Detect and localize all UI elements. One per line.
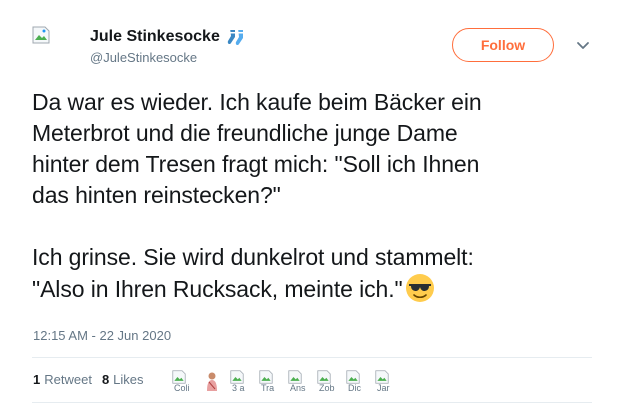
tweet-line: das hinten reinstecken?" [32, 182, 281, 208]
broken-image-icon [317, 370, 331, 384]
author-handle[interactable]: @JuleStinkesocke [90, 50, 248, 65]
divider [32, 402, 592, 403]
broken-image-icon [375, 370, 389, 384]
avatar[interactable] [32, 26, 82, 76]
liker-avatar[interactable]: Tra [259, 370, 281, 392]
socks-icon [227, 28, 243, 46]
liker-avatar[interactable]: Dic [346, 370, 368, 392]
retweet-stat[interactable]: 1 Retweet [33, 372, 92, 387]
broken-image-icon [32, 26, 50, 44]
like-count: 8 [101, 372, 110, 387]
tweet-line: Ich grinse. Sie wird dunkelrot und stamm… [32, 244, 474, 270]
person-photo-icon [201, 370, 223, 392]
retweet-count: 1 [33, 372, 41, 387]
liker-caption: Tra [261, 383, 275, 392]
liker-avatar[interactable]: Coli [172, 370, 194, 392]
sunglasses-face-icon [405, 274, 434, 302]
liker-avatar[interactable]: Ans [288, 370, 310, 392]
liker-avatar[interactable] [201, 370, 223, 392]
broken-image-icon [230, 370, 244, 384]
tweet-line: hinter dem Tresen fragt mich: "Soll ich … [32, 151, 480, 177]
retweet-label: Retweet [44, 372, 92, 387]
liker-avatar[interactable]: Jar [375, 370, 397, 392]
liker-caption: Jar [377, 383, 390, 392]
tweet-line: "Also in Ihren Rucksack, meinte ich." [32, 276, 403, 302]
broken-image-icon [288, 370, 302, 384]
follow-button[interactable]: Follow [452, 28, 554, 62]
chevron-down-icon[interactable] [576, 40, 590, 50]
liker-caption: Ans [290, 383, 306, 392]
tweet-line: Da war es wieder. Ich kaufe beim Bäcker … [32, 89, 482, 115]
liker-avatar[interactable]: Zob [317, 370, 339, 392]
tweet-timestamp[interactable]: 12:15 AM - 22 Jun 2020 [33, 328, 171, 343]
liker-caption: Zob [319, 383, 335, 392]
like-stat[interactable]: 8 Likes [102, 372, 144, 387]
like-label: Likes [113, 372, 144, 387]
divider [32, 357, 592, 358]
liker-caption: Coli [174, 383, 190, 392]
broken-image-icon [172, 370, 186, 384]
broken-image-icon [346, 370, 360, 384]
liker-caption: Dic [348, 383, 361, 392]
liker-avatar[interactable]: 3 a [230, 370, 252, 392]
broken-image-icon [259, 370, 273, 384]
tweet-line: Meterbrot und die freundliche junge Dame [32, 120, 458, 146]
liker-caption: 3 a [232, 383, 245, 392]
author-block[interactable]: Jule Stinkesocke @JuleStinkesocke [90, 26, 248, 65]
likers-list: Coli 3 a Tra Ans Zob Dic Jar [172, 370, 404, 392]
tweet-text: Da war es wieder. Ich kaufe beim Bäcker … [32, 87, 602, 305]
author-name[interactable]: Jule Stinkesocke [90, 28, 220, 46]
tweet-stats: 1 Retweet 8 Likes [33, 372, 154, 387]
